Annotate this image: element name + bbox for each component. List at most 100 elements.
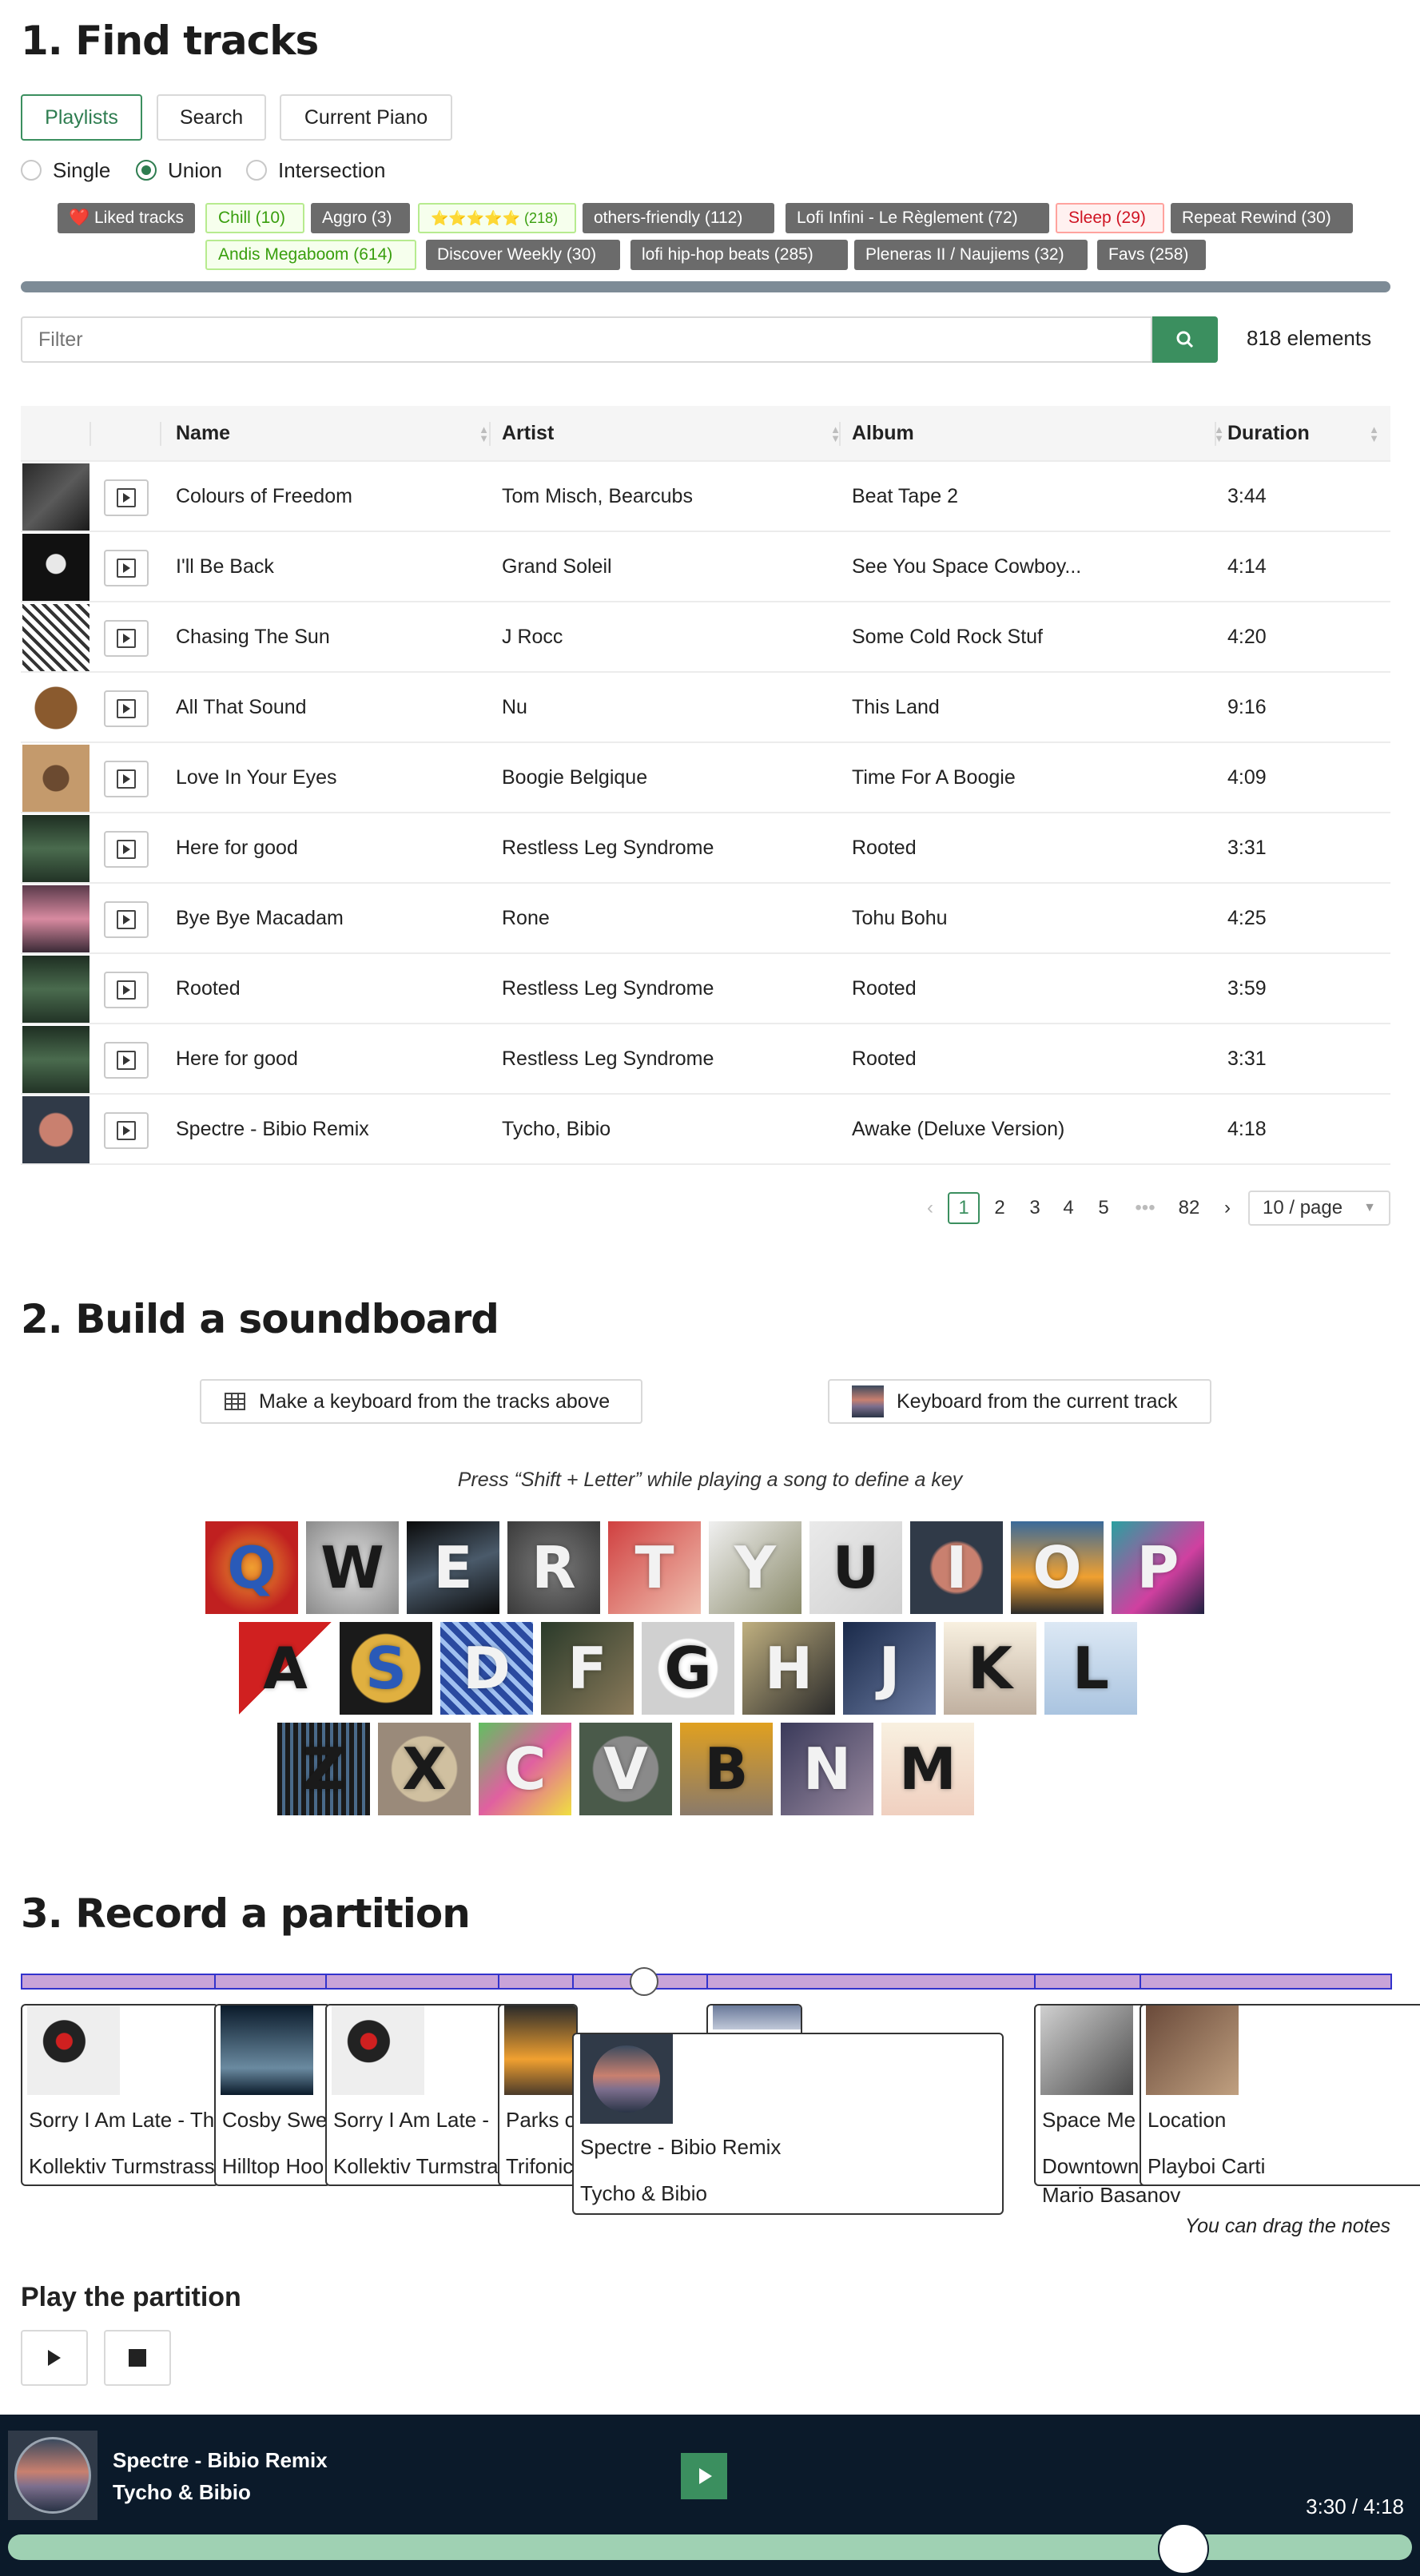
next-page-icon[interactable]: › [1216,1192,1239,1224]
mode-intersection[interactable]: Intersection [246,158,385,182]
table-row[interactable]: Chasing The Sun J Rocc Some Cold Rock St… [21,602,1390,673]
play-track-button[interactable] [104,620,149,657]
tag-lofi-infini[interactable]: Lofi Infini - Le Règlement (72) [786,203,1049,233]
table-row[interactable]: Bye Bye Macadam Rone Tohu Bohu 4:25 [21,884,1390,954]
key-v[interactable]: V [579,1723,672,1815]
tab-current-piano[interactable]: Current Piano [280,94,452,141]
table-row[interactable]: Here for good Restless Leg Syndrome Root… [21,1024,1390,1095]
tag-repeat-rewind[interactable]: Repeat Rewind (30) [1171,203,1353,233]
page-5[interactable]: 5 [1092,1192,1116,1224]
key-n[interactable]: N [781,1723,873,1815]
tag-discover-weekly[interactable]: Discover Weekly (30) [426,240,620,270]
key-u[interactable]: U [809,1521,902,1614]
key-l[interactable]: L [1044,1622,1137,1715]
play-track-button[interactable] [104,1112,149,1149]
timeline-handle[interactable] [630,1967,658,1996]
play-track-button[interactable] [104,972,149,1008]
key-a[interactable]: A [239,1622,332,1715]
track-duration: 4:18 [1227,1117,1267,1140]
table-row[interactable]: All That Sound Nu This Land 9:16 [21,673,1390,743]
key-s[interactable]: S [340,1622,432,1715]
key-x[interactable]: X [378,1723,471,1815]
tab-search[interactable]: Search [157,94,266,141]
tag-andis-megaboom[interactable]: Andis Megaboom (614) [205,240,416,270]
col-name[interactable]: Name ▲ ▼ [176,406,500,460]
key-w[interactable]: W [306,1521,399,1614]
play-track-button[interactable] [104,479,149,516]
key-g[interactable]: G [642,1622,734,1715]
page-size-select[interactable]: 10 / page ▼ [1248,1191,1390,1226]
partition-note[interactable]: Sorry I Am Late - Th Kollektiv Turmstras… [21,2004,219,2186]
player-progress-handle[interactable] [1157,2523,1209,2574]
play-track-button[interactable] [104,831,149,868]
page-2[interactable]: 2 [988,1192,1012,1224]
page-82[interactable]: 82 [1170,1192,1208,1224]
key-o[interactable]: O [1011,1521,1104,1614]
track-name: Here for good [176,836,298,859]
col-artist[interactable]: Artist ▲ ▼ [502,406,852,460]
tag-others-friendly[interactable]: others-friendly (112) [583,203,774,233]
note-popup[interactable]: Spectre - Bibio Remix Tycho & Bibio [572,2033,1004,2215]
stop-button[interactable] [104,2330,171,2386]
table-row[interactable]: Rooted Restless Leg Syndrome Rooted 3:59 [21,954,1390,1024]
mode-union[interactable]: Union [136,158,222,182]
key-letter: V [603,1735,648,1803]
tab-playlists[interactable]: Playlists [21,94,142,141]
partition-note[interactable]: Space Me Downtown Mario Basanov [1034,2004,1180,2207]
tag-lofi-hiphop[interactable]: lofi hip-hop beats (285) [630,240,848,270]
col-album[interactable]: Album ▲ ▼ [852,406,1235,460]
key-r[interactable]: R [507,1521,600,1614]
play-track-button[interactable] [104,690,149,727]
tag-sleep[interactable]: Sleep (29) [1056,203,1164,233]
key-q[interactable]: Q [205,1521,298,1614]
tag-favs[interactable]: Favs (258) [1097,240,1206,270]
key-i[interactable]: I [910,1521,1003,1614]
key-d[interactable]: D [440,1622,533,1715]
make-keyboard-button[interactable]: Make a keyboard from the tracks above [200,1379,642,1424]
partition-note[interactable]: Location Playboi Carti [1140,2004,1420,2186]
page-1[interactable]: 1 [948,1192,980,1224]
partition-note[interactable]: Parks o Trifonic [498,2004,578,2186]
play-track-button[interactable] [104,550,149,586]
key-f[interactable]: F [541,1622,634,1715]
key-letter: I [945,1534,968,1601]
keyboard-current-track-button[interactable]: Keyboard from the current track [828,1379,1211,1424]
key-m[interactable]: M [881,1723,974,1815]
key-z[interactable]: Z [277,1723,370,1815]
key-e[interactable]: E [407,1521,499,1614]
col-duration[interactable]: Duration ▲ ▼ [1227,406,1390,460]
key-h[interactable]: H [742,1622,835,1715]
key-j[interactable]: J [843,1622,936,1715]
play-track-button[interactable] [104,1042,149,1079]
key-p[interactable]: P [1112,1521,1204,1614]
table-row[interactable]: Here for good Restless Leg Syndrome Root… [21,813,1390,884]
page-4[interactable]: 4 [1056,1192,1080,1224]
key-t[interactable]: T [608,1521,701,1614]
mode-single[interactable]: Single [21,158,110,182]
key-c[interactable]: C [479,1723,571,1815]
prev-page-icon[interactable]: ‹ [919,1192,941,1224]
partition-note[interactable]: Sorry I Am Late - Kollektiv Turmstra [325,2004,506,2186]
key-letter: J [878,1635,901,1702]
filter-input[interactable] [21,316,1152,363]
table-row[interactable]: I'll Be Back Grand Soleil See You Space … [21,532,1390,602]
tag-aggro[interactable]: Aggro (3) [311,203,410,233]
partition-note[interactable]: Cosby Swe Hilltop Hoo [214,2004,331,2186]
table-row[interactable]: Love In Your Eyes Boogie Belgique Time F… [21,743,1390,813]
page-3[interactable]: 3 [1023,1192,1047,1224]
play-track-button[interactable] [104,761,149,797]
key-y[interactable]: Y [709,1521,801,1614]
page-ellipsis[interactable]: ••• [1127,1192,1163,1224]
table-row[interactable]: Colours of Freedom Tom Misch, Bearcubs B… [21,462,1390,532]
table-row[interactable]: Spectre - Bibio Remix Tycho, Bibio Awake… [21,1095,1390,1165]
play-track-button[interactable] [104,901,149,938]
search-button[interactable] [1152,316,1218,363]
tag-five-stars[interactable]: ⭐⭐⭐⭐⭐ (218) [418,203,576,233]
player-play-button[interactable] [681,2453,727,2499]
play-button[interactable] [21,2330,88,2386]
tag-liked-tracks[interactable]: ❤️ Liked tracks [58,203,195,233]
key-b[interactable]: B [680,1723,773,1815]
tag-chill[interactable]: Chill (10) [205,203,304,233]
tag-pleneras[interactable]: Pleneras II / Naujiems (32) [854,240,1088,270]
key-k[interactable]: K [944,1622,1036,1715]
